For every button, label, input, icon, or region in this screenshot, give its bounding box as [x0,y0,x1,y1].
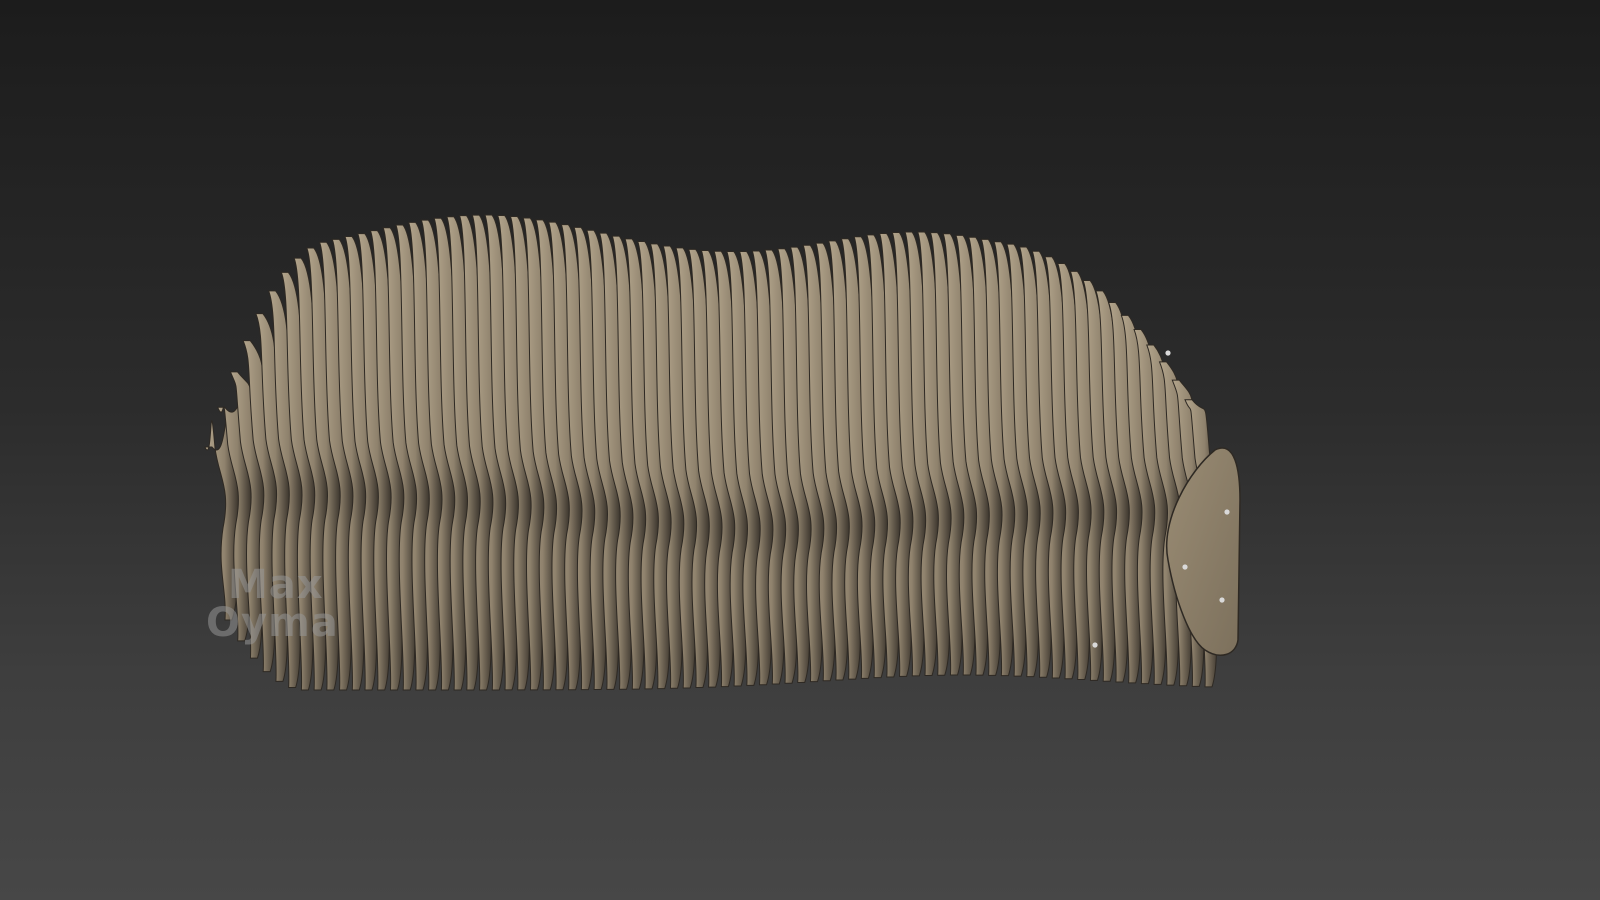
watermark-line-2: Oyma [206,600,339,646]
fastener [1224,509,1230,515]
fastener [1165,350,1171,356]
render-viewport: Max Oyma [0,0,1600,900]
watermark-line-1: Max [228,562,324,608]
fastener [1092,642,1098,648]
bench-render [204,214,1241,691]
watermark-logo: Max Oyma [206,562,339,646]
fastener [1182,564,1188,570]
fastener [1219,597,1225,603]
bench-slats [204,214,1222,691]
